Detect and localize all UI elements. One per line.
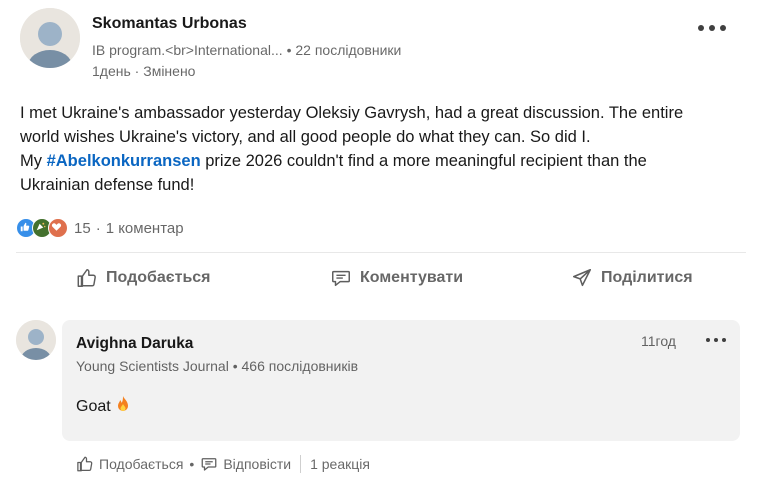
fire-icon [115, 395, 131, 418]
comment-like-label: Подобається [99, 456, 184, 472]
post-time: 1день [92, 63, 131, 79]
send-icon [572, 268, 592, 287]
post-text-line: world wishes Ukraine's victory, and all … [20, 128, 591, 146]
commenter-avatar[interactable] [16, 320, 56, 360]
author-headline-text: IB program.<br>International... [92, 42, 283, 58]
post-body: I met Ukraine's ambassador yesterday Ole… [20, 101, 720, 197]
post-text-line: Ukrainian defense fund! [20, 176, 195, 194]
separator-dot: · [134, 63, 144, 79]
comment-time: 11год [641, 333, 676, 349]
separator-dot: • [232, 358, 242, 374]
post-text-line: I met Ukraine's ambassador yesterday Ole… [20, 104, 684, 122]
reply-button[interactable]: Відповісти [200, 455, 291, 473]
comment-like-button[interactable]: Подобається [76, 455, 183, 473]
divider [16, 252, 746, 253]
comment-text: Goat [76, 395, 131, 418]
comment-body: Goat [76, 397, 111, 415]
share-button[interactable]: Поділитися [571, 260, 693, 296]
comment-count[interactable]: 1 коментар [106, 220, 184, 237]
separator-dot: · [95, 219, 101, 237]
post-text-line: My #Abelkonkurransen prize 2026 couldn't… [20, 149, 720, 173]
thumbs-up-icon [77, 269, 96, 287]
reply-label: Відповісти [223, 456, 292, 472]
separator-dot: • [189, 456, 195, 472]
like-button[interactable]: Подобається [76, 260, 211, 296]
commenter-followers: 466 послідовників [241, 358, 359, 374]
like-label: Подобається [106, 269, 211, 286]
author-avatar[interactable] [20, 8, 80, 68]
share-label: Поділитися [601, 269, 693, 286]
comment-button[interactable]: Коментувати [330, 260, 463, 296]
edited-label: Змінено [143, 63, 196, 79]
divider [300, 455, 302, 473]
comment-more-icon[interactable] [704, 332, 728, 348]
more-options-icon[interactable] [696, 18, 728, 38]
comment-reaction-count[interactable]: 1 реакція [310, 456, 370, 472]
reactions-summary[interactable]: 15 · 1 коментар [16, 217, 184, 239]
thumbs-up-icon [77, 456, 93, 472]
post-text-segment: My [20, 152, 47, 170]
commenter-name[interactable]: Avighna Daruka [76, 335, 193, 353]
comment-label: Коментувати [360, 269, 464, 286]
author-headline: IB program.<br>International... • 22 пос… [92, 42, 401, 58]
hashtag-link[interactable]: #Abelkonkurransen [47, 152, 201, 170]
post-text-segment: prize 2026 couldn't find a more meaningf… [200, 152, 647, 170]
author-followers: 22 послідовники [295, 42, 402, 58]
comment-actions: Подобається • Відповісти 1 реакція [76, 452, 370, 476]
post-meta: 1день · Змінено [92, 63, 195, 79]
commenter-headline: Young Scientists Journal • 466 послідовн… [76, 358, 358, 374]
love-icon [48, 218, 68, 238]
comment-icon [332, 270, 350, 287]
author-name[interactable]: Skomantas Urbonas [92, 15, 247, 33]
commenter-headline-text: Young Scientists Journal [76, 358, 229, 374]
comment-icon [201, 458, 217, 471]
reaction-count[interactable]: 15 [74, 220, 91, 237]
